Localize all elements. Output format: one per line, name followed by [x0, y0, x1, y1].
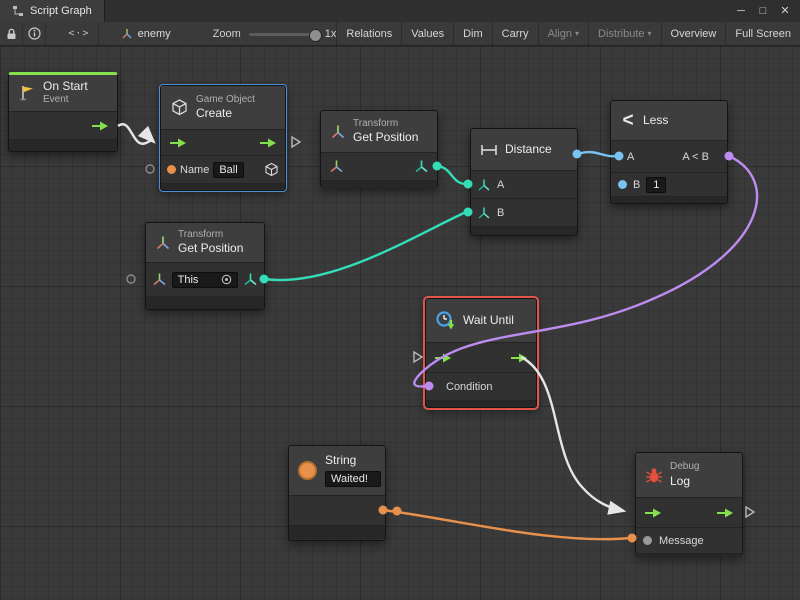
distance-icon — [480, 143, 498, 157]
string-icon — [298, 461, 317, 480]
node-title: Wait Until — [463, 313, 514, 328]
node-subtitle: Event — [43, 94, 88, 107]
node-title: Distance — [505, 142, 552, 157]
cube-icon — [170, 98, 189, 117]
lock-icon — [6, 28, 17, 40]
target-value-field[interactable]: This — [172, 272, 239, 288]
wait-clock-icon — [435, 310, 456, 331]
maximize-icon[interactable]: □ — [752, 0, 774, 22]
node-category: Game Object — [196, 94, 255, 107]
zoom-label: Zoom — [213, 28, 241, 40]
flag-icon — [18, 84, 36, 102]
chevron-down-icon: ▾ — [575, 29, 579, 38]
node-title: Create — [196, 106, 255, 121]
condition-port-label: Condition — [446, 381, 492, 393]
get-position-node-b[interactable]: Transform Get Position This — [145, 222, 265, 310]
overview-button[interactable]: Overview — [661, 22, 726, 45]
values-button[interactable]: Values — [401, 22, 453, 45]
carry-button[interactable]: Carry — [492, 22, 538, 45]
input-a-label: A — [627, 151, 634, 163]
graph-target-label: enemy — [138, 28, 171, 40]
less-node[interactable]: < Less A A < B B 1 — [610, 100, 728, 204]
info-button[interactable] — [23, 22, 46, 45]
zoom-value: 1x — [325, 28, 337, 40]
node-title: On Start — [43, 79, 88, 94]
result-label: A < B — [682, 151, 719, 163]
chevron-down-icon: ▾ — [648, 29, 652, 38]
create-game-object-node[interactable]: Game Object Create Name Ball — [160, 85, 286, 191]
info-icon — [28, 27, 41, 40]
window-controls: ─ □ ✕ — [730, 0, 800, 22]
graph-icon — [12, 5, 24, 17]
wait-until-node[interactable]: Wait Until Condition — [425, 298, 537, 408]
name-port-label: Name — [180, 164, 209, 176]
node-category: Transform — [178, 229, 243, 242]
bug-icon — [645, 467, 663, 484]
input-a-label: A — [497, 179, 504, 191]
relations-button[interactable]: Relations — [336, 22, 401, 45]
node-title: Less — [643, 113, 668, 128]
message-in-port[interactable] — [643, 536, 652, 545]
game-object-out-port[interactable] — [264, 162, 279, 177]
position-out-port[interactable] — [414, 159, 429, 174]
on-start-event-node[interactable]: On Start Event — [8, 72, 118, 152]
title-bar: Script Graph ─ □ ✕ — [0, 0, 800, 23]
align-button[interactable]: Align▾ — [538, 22, 588, 45]
dim-button[interactable]: Dim — [453, 22, 492, 45]
node-category: Transform — [353, 118, 418, 131]
flow-out-port[interactable] — [716, 508, 734, 518]
close-icon[interactable]: ✕ — [774, 0, 796, 22]
distance-node[interactable]: Distance A B — [470, 128, 578, 236]
message-port-label: Message — [659, 535, 704, 547]
node-title: String — [325, 453, 356, 468]
less-icon: < — [620, 110, 636, 132]
input-b-label: B — [633, 179, 640, 191]
debug-log-node[interactable]: Debug Log Message — [635, 452, 743, 556]
string-node[interactable]: String Waited! — [288, 445, 386, 541]
insert-unit-button[interactable]: <·> — [60, 22, 98, 45]
distribute-button[interactable]: Distribute▾ — [588, 22, 660, 45]
transform-in-port[interactable] — [329, 159, 344, 174]
flow-in-port[interactable] — [169, 138, 187, 148]
target-object-icon — [121, 28, 133, 40]
graph-toolbar: <·> enemy Zoom 1x Relations Values Dim C… — [0, 22, 800, 46]
flow-in-port[interactable] — [434, 353, 452, 363]
node-category: Debug — [670, 461, 699, 474]
toolbar-buttons: Relations Values Dim Carry Align▾ Distri… — [336, 22, 800, 45]
flow-in-port[interactable] — [644, 508, 662, 518]
node-title: Get Position — [353, 130, 418, 145]
flow-out-port[interactable] — [91, 121, 109, 131]
transform-icon — [155, 235, 171, 251]
node-title: Log — [670, 474, 699, 489]
window-title: Script Graph — [30, 5, 92, 17]
name-value-field[interactable]: Ball — [213, 162, 243, 178]
zoom-slider-track — [249, 33, 317, 36]
minimize-icon[interactable]: ─ — [730, 0, 752, 22]
flow-out-port[interactable] — [259, 138, 277, 148]
vector-in-port-b[interactable] — [477, 206, 491, 220]
b-value-field[interactable]: 1 — [646, 177, 666, 193]
lock-button[interactable] — [0, 22, 23, 45]
graph-target[interactable]: enemy — [121, 28, 171, 40]
zoom-slider[interactable] — [249, 28, 317, 40]
transform-icon — [330, 124, 346, 140]
number-in-port-b[interactable] — [618, 180, 627, 189]
position-out-port[interactable] — [243, 272, 258, 287]
code-icon: <·> — [68, 28, 89, 39]
name-input-port[interactable] — [167, 165, 176, 174]
zoom-slider-handle[interactable] — [309, 29, 322, 42]
fullscreen-button[interactable]: Full Screen — [725, 22, 800, 45]
get-position-node-a[interactable]: Transform Get Position — [320, 110, 438, 188]
vector-in-port-a[interactable] — [477, 178, 491, 192]
flow-out-port[interactable] — [510, 353, 528, 363]
node-title: Get Position — [178, 241, 243, 256]
object-picker-icon[interactable] — [221, 274, 232, 285]
tab-script-graph[interactable]: Script Graph — [0, 0, 105, 22]
string-value-field[interactable]: Waited! — [325, 471, 381, 487]
input-b-label: B — [497, 207, 504, 219]
transform-in-port[interactable] — [152, 272, 167, 287]
